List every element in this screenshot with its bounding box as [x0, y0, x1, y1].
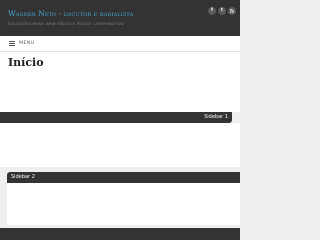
sidebar-2-title: Sidebar 2 — [11, 174, 35, 180]
site-tagline: SOLUÇÕES PARA WEB RÁDIO E RÁDIO CORPORAT… — [8, 22, 124, 26]
site-title[interactable]: Wagner Neto - locutor e radialista — [8, 9, 133, 18]
main-navigation: MENU — [0, 36, 240, 52]
site-footer — [0, 228, 240, 240]
sidebar-1-title: Sidebar 1 — [204, 114, 228, 120]
twitter-icon[interactable]: t — [218, 7, 226, 15]
site-header: Wagner Neto - locutor e radialista SOLUÇ… — [0, 0, 240, 36]
sidebar-2-header: Sidebar 2 — [7, 172, 240, 183]
sidebar-1-header: Sidebar 1 — [0, 112, 232, 123]
page-title: Início — [8, 56, 44, 69]
hamburger-icon — [9, 41, 15, 46]
rss-glyph — [230, 9, 234, 13]
facebook-icon[interactable]: f — [208, 7, 216, 15]
rss-icon[interactable] — [228, 7, 236, 15]
menu-toggle-button[interactable]: MENU — [9, 41, 35, 46]
sidebar-1-body — [0, 123, 240, 167]
menu-label: MENU — [19, 41, 35, 46]
social-links: f t — [208, 7, 236, 15]
main-content: Início — [0, 52, 240, 112]
sidebar-2-body — [7, 183, 240, 225]
